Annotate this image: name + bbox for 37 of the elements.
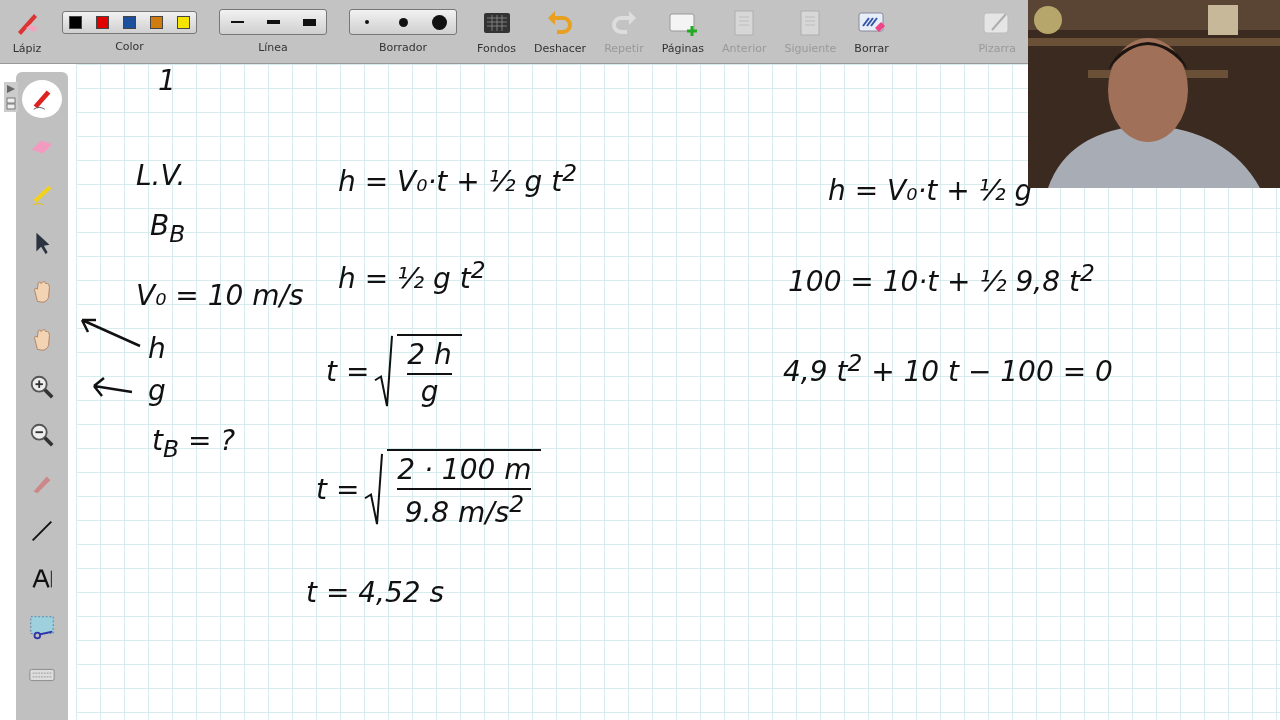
color-swatch[interactable] bbox=[69, 15, 82, 29]
pages-button[interactable]: Páginas bbox=[655, 0, 711, 63]
pen-button[interactable]: Lápiz bbox=[6, 8, 48, 55]
clear-button[interactable]: Borrar bbox=[848, 0, 895, 63]
color-swatch[interactable] bbox=[177, 15, 190, 29]
zoom-in-icon bbox=[28, 373, 56, 401]
handwritten-text: g bbox=[148, 374, 166, 407]
line-label: Línea bbox=[258, 41, 288, 54]
handwritten-text: h = V₀·t + ½ g t$^{2}$ bbox=[338, 159, 578, 199]
handwritten-text: h bbox=[148, 332, 166, 365]
handwritten-text: 4,9 t$^{2}$ + 10 t − 100 = 0 bbox=[783, 349, 1113, 389]
handwritten-text: t$_{B}$ = ? bbox=[152, 424, 236, 463]
handwritten-text: V₀ = 10 m/s bbox=[136, 279, 304, 312]
color-label: Color bbox=[115, 39, 144, 53]
handwritten-text: h = ½ g t$^{2}$ bbox=[338, 256, 486, 296]
color-swatch[interactable] bbox=[150, 15, 163, 29]
zoom-out-icon bbox=[28, 421, 56, 449]
handwritten-text: 2 h bbox=[407, 338, 452, 375]
arrow bbox=[78, 316, 142, 350]
handwritten-text: 1 bbox=[158, 64, 176, 97]
handwritten-text: 9.8 m/s$^{2}$ bbox=[404, 490, 525, 530]
handwritten-text: L.V. bbox=[136, 159, 186, 192]
eraser-label: Borrador bbox=[378, 41, 428, 54]
backgrounds-button[interactable]: Fondos bbox=[471, 0, 523, 63]
handwritten-text: B$_{B}$ bbox=[150, 209, 186, 248]
cut-icon bbox=[28, 613, 56, 641]
handwritten-text: g bbox=[420, 375, 439, 408]
handwritten-text: t = bbox=[326, 354, 370, 388]
handwritten-text: t = bbox=[316, 472, 360, 506]
handwritten-text: 100 = 10·t + ½ 9,8 t$^{2}$ bbox=[788, 259, 1095, 299]
undo-button[interactable]: Deshacer bbox=[528, 0, 593, 63]
handwritten-text: 2 · 100 m bbox=[397, 453, 532, 490]
pen-tool[interactable] bbox=[22, 80, 62, 118]
handwritten-text: t = 4,52 s bbox=[306, 576, 445, 609]
expand-handle-icon[interactable] bbox=[4, 82, 18, 112]
color-swatch[interactable] bbox=[123, 15, 136, 29]
color-swatch[interactable] bbox=[96, 15, 109, 29]
